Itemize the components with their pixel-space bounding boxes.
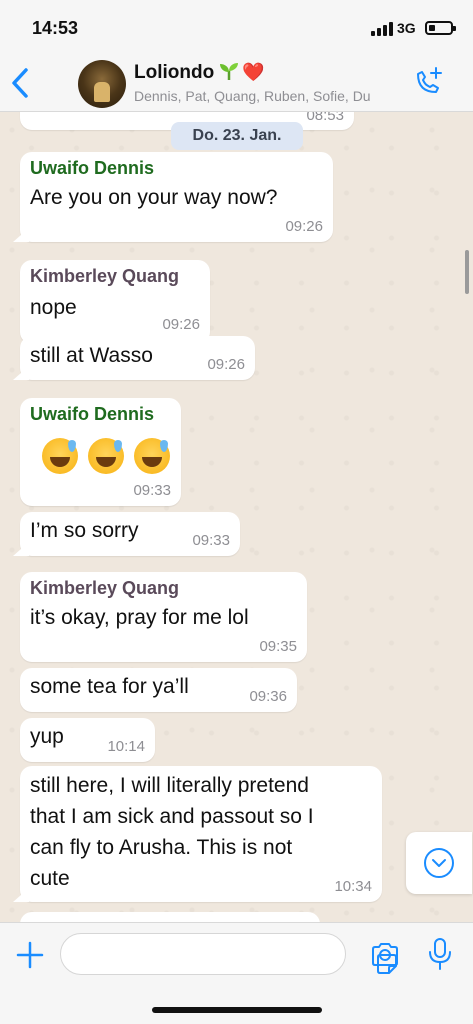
camera-icon[interactable]	[369, 939, 401, 971]
status-bar: 14:53 3G	[0, 0, 473, 56]
heart-icon: ❤️	[242, 62, 265, 82]
message-bubble[interactable]: still here, I will literally pretend tha…	[20, 766, 382, 902]
sprout-icon	[220, 63, 239, 80]
network-type: 3G	[397, 20, 416, 36]
chat-header: Loliondo ❤️ Dennis, Pat, Quang, Ruben, S…	[0, 56, 473, 112]
message-list[interactable]: 08:53 Do. 23. Jan. Uwaifo Dennis Are you…	[0, 112, 473, 922]
grinning-sweat-emoji-icon	[134, 438, 170, 474]
emoji-row	[42, 438, 180, 479]
message-time: 09:36	[249, 688, 287, 705]
date-separator: Do. 23. Jan.	[171, 122, 303, 150]
message-text: some tea for ya’ll	[30, 675, 189, 698]
message-text: I’m so sorry	[30, 519, 139, 542]
message-bubble[interactable]: I’m so sorry 09:33	[20, 512, 240, 556]
home-indicator[interactable]	[152, 1007, 322, 1013]
group-avatar[interactable]	[78, 60, 126, 108]
group-title[interactable]: Loliondo ❤️	[134, 62, 265, 84]
message-bubble[interactable]: some tea for ya’ll 09:36	[20, 668, 297, 712]
message-text: it’s okay, pray for me lol	[30, 606, 249, 629]
message-text: still at Wasso	[30, 344, 153, 367]
message-time: 10:34	[334, 878, 372, 895]
sender-name[interactable]: Kimberley Quang	[30, 266, 179, 287]
message-text: nope	[30, 296, 77, 319]
group-members[interactable]: Dennis, Pat, Quang, Ruben, Sofie, Du	[134, 88, 400, 104]
message-text-line: can fly to Arusha. This is not	[30, 836, 293, 859]
message-bubble[interactable]: Kimberley Quang nope 09:26	[20, 260, 210, 344]
message-time: 09:26	[285, 218, 323, 235]
sender-name[interactable]: Uwaifo Dennis	[30, 404, 154, 425]
message-bubble[interactable]: Kimberley Quang it’s okay, pray for me l…	[20, 572, 307, 662]
message-bubble[interactable]: still at Wasso 09:26	[20, 336, 255, 380]
message-bubble[interactable]: Uwaifo Dennis Are you on your way now? 0…	[20, 152, 333, 242]
message-time: 09:26	[162, 316, 200, 333]
message-bubble[interactable]: yup 10:14	[20, 718, 155, 762]
message-text: Are you on your way now?	[30, 186, 278, 209]
grinning-sweat-emoji-icon	[42, 438, 78, 474]
chevron-down-icon	[424, 848, 454, 878]
scrollbar[interactable]	[465, 250, 469, 294]
message-time: 09:35	[259, 638, 297, 655]
group-name: Loliondo	[134, 62, 215, 83]
message-text: still here, I will literally pretend tha…	[30, 770, 314, 894]
add-call-icon[interactable]	[410, 64, 446, 100]
message-text-line: still here, I will literally pretend	[30, 774, 309, 797]
signal-icon	[371, 22, 393, 36]
message-time: 09:33	[133, 482, 171, 499]
grinning-sweat-emoji-icon	[88, 438, 124, 474]
battery-icon	[425, 21, 456, 35]
message-input[interactable]	[75, 942, 305, 968]
message-input-wrapper	[60, 933, 397, 975]
message-bubble-partial[interactable]	[20, 912, 320, 922]
message-time: 08:53	[306, 112, 344, 124]
message-text-line: cute	[30, 867, 70, 890]
sender-name[interactable]: Uwaifo Dennis	[30, 158, 154, 179]
message-time: 10:14	[107, 738, 145, 755]
message-text: yup	[30, 725, 64, 748]
back-chevron-icon[interactable]	[8, 66, 32, 100]
message-time: 09:33	[192, 532, 230, 549]
sender-name[interactable]: Kimberley Quang	[30, 578, 179, 599]
compose-bar	[0, 922, 473, 1024]
message-text-line: that I am sick and passout so I	[30, 805, 314, 828]
plus-icon[interactable]	[14, 939, 46, 971]
microphone-icon[interactable]	[426, 937, 454, 971]
message-bubble[interactable]: Uwaifo Dennis 09:33	[20, 398, 181, 506]
status-time: 14:53	[32, 18, 79, 38]
message-time: 09:26	[207, 356, 245, 373]
scroll-to-bottom-button[interactable]	[406, 832, 472, 894]
